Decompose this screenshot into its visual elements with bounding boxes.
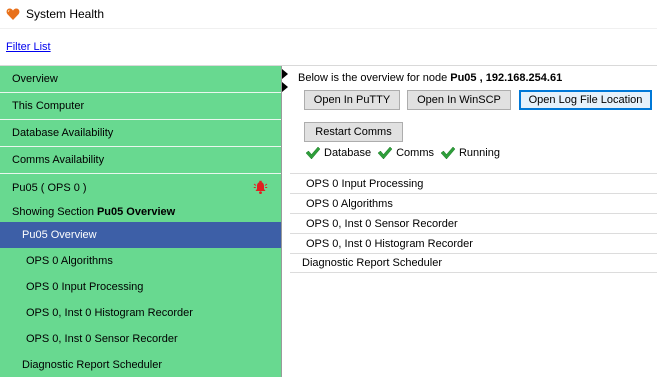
list-item[interactable]: OPS 0 Input Processing (290, 173, 657, 193)
window-title: System Health (26, 7, 105, 21)
section-label-name: Pu05 Overview (96, 205, 176, 218)
splitter-arrow-icon[interactable] (282, 82, 288, 92)
status-row: Database Comms Running (305, 146, 506, 160)
sidebar-subitem-diagnostic-report-scheduler[interactable]: Diagnostic Report Scheduler (0, 352, 281, 377)
sidebar-node-label: Pu05 ( OPS 0 ) (12, 181, 87, 194)
sidebar-subitem-label: Diagnostic Report Scheduler (22, 359, 163, 371)
sidebar-subitem-label: OPS 0 Input Processing (26, 281, 144, 293)
sidebar-item-overview[interactable]: Overview (0, 66, 281, 93)
restart-comms-button[interactable]: Restart Comms (304, 122, 403, 142)
overview-node-name: Pu05 (450, 72, 477, 84)
main-panel: Below is the overview for node Pu05 , 19… (290, 66, 657, 377)
overview-heading: Below is the overview for node Pu05 , 19… (298, 72, 562, 84)
open-log-location-button[interactable]: Open Log File Location (519, 90, 652, 110)
check-icon (440, 146, 456, 160)
sidebar-subitem-label: OPS 0 Algorithms (26, 255, 113, 267)
filter-bar: Filter List (0, 29, 657, 66)
open-putty-button[interactable]: Open In PuTTY (304, 90, 400, 110)
check-icon (305, 146, 321, 160)
title-bar: System Health (0, 0, 657, 29)
section-list: OPS 0 Input Processing OPS 0 Algorithms … (290, 173, 657, 273)
sidebar-node-pu05[interactable]: Pu05 ( OPS 0 ) (0, 174, 281, 201)
sidebar-subitem-ops0-input-processing[interactable]: OPS 0 Input Processing (0, 274, 281, 300)
open-winscp-button[interactable]: Open In WinSCP (407, 90, 511, 110)
section-label-prefix: Showing Section (12, 205, 94, 218)
sidebar-item-database-availability[interactable]: Database Availability (0, 120, 281, 147)
sidebar-subitem-label: Pu05 Overview (22, 229, 97, 241)
status-database-label: Database (324, 147, 372, 159)
sidebar-item-comms-availability[interactable]: Comms Availability (0, 147, 281, 174)
overview-separator: , (479, 72, 483, 84)
pane-splitter[interactable] (282, 66, 290, 377)
status-running-label: Running (458, 147, 500, 159)
list-item[interactable]: Diagnostic Report Scheduler (290, 253, 657, 273)
sidebar-item-this-computer[interactable]: This Computer (0, 93, 281, 120)
list-item[interactable]: OPS 0, Inst 0 Sensor Recorder (290, 213, 657, 233)
sidebar-subitem-pu05-overview[interactable]: Pu05 Overview (0, 222, 281, 248)
sidebar-subitem-histogram-recorder[interactable]: OPS 0, Inst 0 Histogram Recorder (0, 300, 281, 326)
sidebar-subitem-label: OPS 0, Inst 0 Histogram Recorder (26, 307, 193, 319)
status-comms-label: Comms (396, 147, 434, 159)
sidebar-item-label: Comms Availability (12, 154, 105, 166)
heart-icon (6, 7, 20, 21)
sidebar-item-label: Database Availability (12, 127, 114, 139)
list-item[interactable]: OPS 0, Inst 0 Histogram Recorder (290, 233, 657, 253)
sidebar-subitem-ops0-algorithms[interactable]: OPS 0 Algorithms (0, 248, 281, 274)
check-icon (377, 146, 393, 160)
section-label: Showing Section Pu05 Overview (0, 201, 281, 222)
sidebar-item-label: Overview (12, 73, 58, 85)
filter-list-link[interactable]: Filter List (6, 41, 51, 53)
sidebar: Overview This Computer Database Availabi… (0, 66, 282, 377)
alarm-bell-icon (253, 180, 268, 195)
overview-node-ip: 192.168.254.61 (485, 72, 563, 84)
overview-prefix: Below is the overview for node (298, 72, 448, 84)
sidebar-subitem-sensor-recorder[interactable]: OPS 0, Inst 0 Sensor Recorder (0, 326, 281, 352)
sidebar-item-label: This Computer (12, 100, 85, 112)
splitter-arrow-icon[interactable] (282, 69, 288, 79)
list-item[interactable]: OPS 0 Algorithms (290, 193, 657, 213)
sidebar-subitem-label: OPS 0, Inst 0 Sensor Recorder (26, 333, 178, 345)
